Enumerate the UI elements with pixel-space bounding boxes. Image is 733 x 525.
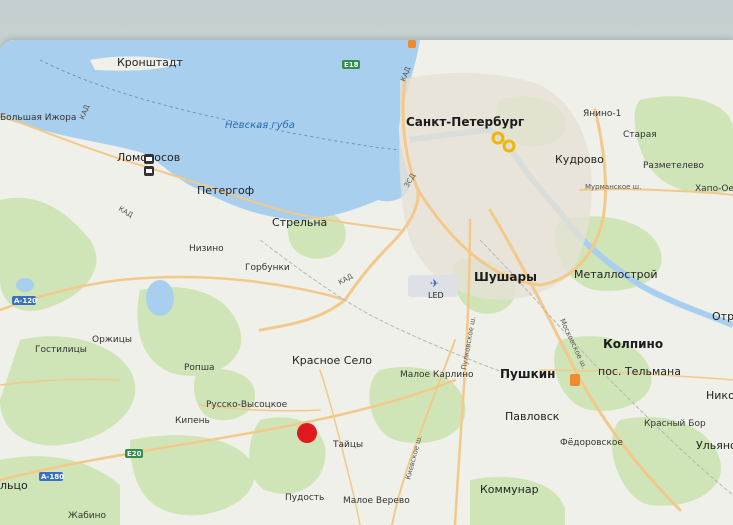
place-label-spb[interactable]: Санкт-Петербург	[406, 115, 524, 129]
svg-text:A-120: A-120	[14, 297, 37, 305]
place-label-khapo-oe[interactable]: Хапо-Ое	[695, 184, 733, 194]
place-label-strelna[interactable]: Стрельна	[272, 216, 327, 229]
place-label-otr[interactable]: Отр	[712, 310, 733, 323]
place-label-peterhof[interactable]: Петергоф	[197, 184, 254, 197]
place-label-bolshaya-izhora[interactable]: Большая Ижора	[0, 113, 76, 123]
svg-text:A-180: A-180	[41, 473, 64, 481]
place-label-krasnoe-selo[interactable]: Красное Село	[292, 354, 372, 367]
place-label-niko[interactable]: Нико	[706, 389, 733, 402]
svg-text:E18: E18	[344, 61, 359, 69]
place-label-staraya[interactable]: Старая	[623, 130, 657, 140]
place-label-kaltsy[interactable]: льцо	[0, 479, 28, 492]
place-label-kolpino[interactable]: Колпино	[603, 337, 663, 351]
place-label-taitsy[interactable]: Тайцы	[332, 440, 363, 450]
place-label-shushary[interactable]: Шушары	[474, 270, 537, 284]
lake	[146, 280, 174, 316]
city-area	[399, 73, 592, 300]
place-label-russko-vysotskoe[interactable]: Русско-Высоцкое	[206, 400, 288, 410]
place-label-pushkin[interactable]: Пушкин	[500, 367, 555, 381]
road-shield-a180: A-180	[39, 472, 64, 481]
poi-marker-top[interactable]	[408, 40, 416, 48]
road-shield-e18: E18	[342, 60, 360, 69]
place-label-metallostroy[interactable]: Металлострой	[574, 268, 658, 281]
place-label-kudrovo[interactable]: Кудрово	[555, 153, 604, 166]
road-label-murmansk: Мурманское ш.	[585, 183, 641, 191]
place-label-kommunar[interactable]: Коммунар	[480, 483, 539, 496]
gulf-label: Невская губа	[225, 119, 295, 131]
place-label-pudost[interactable]: Пудость	[285, 493, 324, 503]
svg-text:E20: E20	[127, 450, 142, 458]
poi-marker-orange[interactable]	[570, 374, 580, 386]
lake	[16, 278, 34, 292]
place-label-ulyanovka[interactable]: Ульяно	[696, 439, 733, 452]
place-label-gorbunki[interactable]: Горбунки	[245, 263, 290, 273]
location-marker[interactable]	[297, 423, 317, 443]
road-shield-a120: A-120	[12, 296, 37, 305]
place-label-tel-mana[interactable]: пос. Тельмана	[598, 365, 681, 378]
place-label-zhabino[interactable]: Жабино	[68, 511, 106, 521]
place-label-gostilitsy[interactable]: Гостилицы	[35, 345, 87, 355]
place-label-yanino[interactable]: Янино-1	[583, 109, 621, 119]
place-label-maloe-karlino[interactable]: Малое Карлино	[400, 370, 474, 380]
map-panel[interactable]: Невская губа Санкт-Петербург Кронштадт Б…	[0, 40, 733, 525]
place-label-pavlovsk[interactable]: Павловск	[505, 410, 560, 423]
place-label-krasny-bor[interactable]: Красный Бор	[644, 419, 706, 429]
place-label-kronshtadt[interactable]: Кронштадт	[117, 56, 184, 69]
airport-code: LED	[428, 291, 444, 300]
place-label-ropsha[interactable]: Ропша	[184, 363, 215, 373]
place-label-nizino[interactable]: Низино	[189, 244, 224, 254]
map-canvas[interactable]: Невская губа Санкт-Петербург Кронштадт Б…	[0, 40, 733, 525]
road-shield-e20: E20	[125, 449, 143, 458]
place-label-orzhitsy[interactable]: Оржицы	[92, 335, 132, 345]
place-label-kipen[interactable]: Кипень	[175, 416, 210, 426]
place-label-razmetelevo[interactable]: Разметелево	[643, 161, 704, 171]
place-label-maloe-verevo[interactable]: Малое Верево	[343, 496, 410, 506]
airport-marker[interactable]: ✈ LED	[408, 275, 458, 300]
airplane-icon: ✈	[430, 277, 439, 290]
place-label-fedorovskoe[interactable]: Фёдоровское	[560, 438, 623, 448]
